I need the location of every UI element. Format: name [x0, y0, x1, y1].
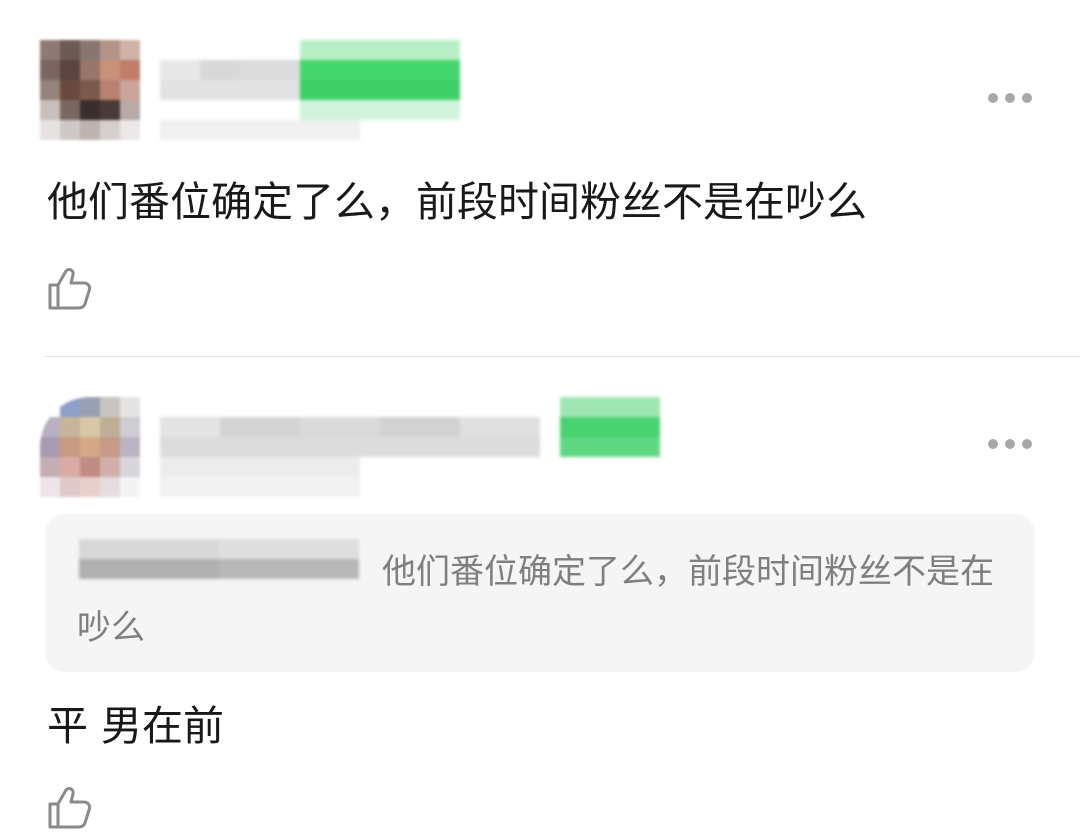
- more-options-button[interactable]: [988, 437, 1032, 451]
- more-dots-icon: [988, 439, 998, 449]
- thumbs-up-icon: [48, 268, 92, 310]
- like-button[interactable]: [47, 785, 93, 831]
- like-button[interactable]: [47, 266, 93, 312]
- quoted-comment-text: 他们番位确定了么，前段时间粉丝不是在吵么: [77, 552, 994, 648]
- username-blurred[interactable]: [160, 397, 660, 497]
- avatar[interactable]: [40, 40, 140, 140]
- comment-item: 他们番位确定了么，前段时间粉丝不是在吵么 平 男在前: [0, 357, 1080, 829]
- more-dots-icon: [988, 93, 998, 103]
- reply-text: 平 男在前: [47, 702, 225, 750]
- thumbs-up-icon: [48, 787, 92, 829]
- username-blurred[interactable]: [160, 40, 460, 140]
- quoted-comment[interactable]: 他们番位确定了么，前段时间粉丝不是在吵么: [45, 514, 1035, 672]
- comment-text: 他们番位确定了么，前段时间粉丝不是在吵么: [47, 178, 867, 226]
- avatar[interactable]: [40, 397, 140, 497]
- comment-item: 他们番位确定了么，前段时间粉丝不是在吵么: [0, 0, 1080, 356]
- more-options-button[interactable]: [988, 91, 1032, 105]
